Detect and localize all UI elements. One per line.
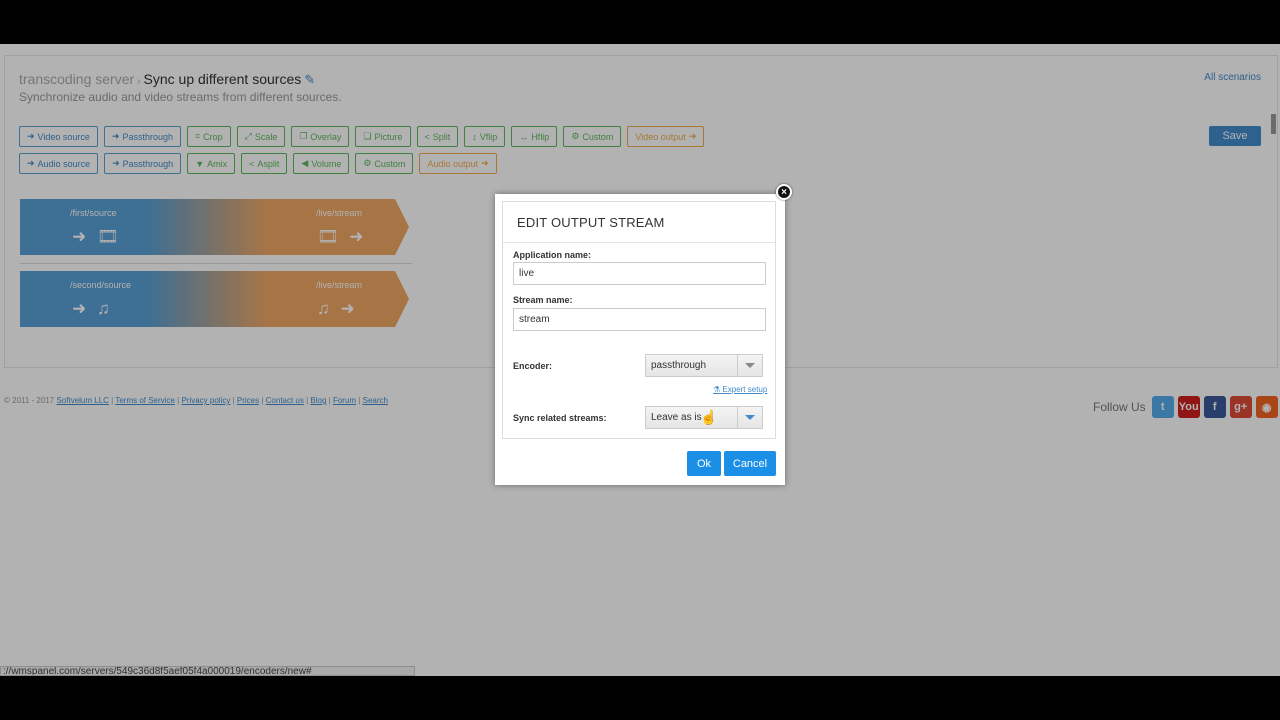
close-icon[interactable]: × (776, 184, 792, 200)
application-name-label: Application name: (513, 250, 592, 260)
encoder-value: passthrough (651, 360, 707, 371)
chevron-down-icon[interactable] (737, 355, 762, 376)
dialog-body: EDIT OUTPUT STREAM Application name: liv… (502, 201, 776, 439)
cancel-button[interactable]: Cancel (724, 451, 776, 476)
application-name-input[interactable]: live (513, 262, 766, 285)
stream-name-label: Stream name: (513, 295, 573, 305)
dialog-header: EDIT OUTPUT STREAM (503, 202, 775, 243)
chevron-down-icon[interactable] (737, 407, 762, 428)
ok-button[interactable]: Ok (687, 451, 721, 476)
flask-icon: ⚗ (713, 385, 721, 394)
edit-output-stream-dialog: EDIT OUTPUT STREAM Application name: liv… (495, 194, 785, 485)
sync-related-streams-label: Sync related streams: (513, 413, 607, 423)
encoder-label: Encoder: (513, 361, 553, 371)
encoder-select[interactable]: passthrough (645, 354, 763, 377)
expert-setup-label[interactable]: Expert setup (722, 385, 767, 394)
stream-name-input[interactable]: stream (513, 308, 766, 331)
sync-value: Leave as is (651, 412, 702, 423)
hand-cursor-icon: ☝ (700, 409, 718, 425)
dialog-title: EDIT OUTPUT STREAM (517, 215, 665, 230)
expert-setup-link[interactable]: ⚗ Expert setup (713, 385, 767, 394)
browser-viewport: transcoding server › Sync up different sou… (0, 44, 1280, 676)
